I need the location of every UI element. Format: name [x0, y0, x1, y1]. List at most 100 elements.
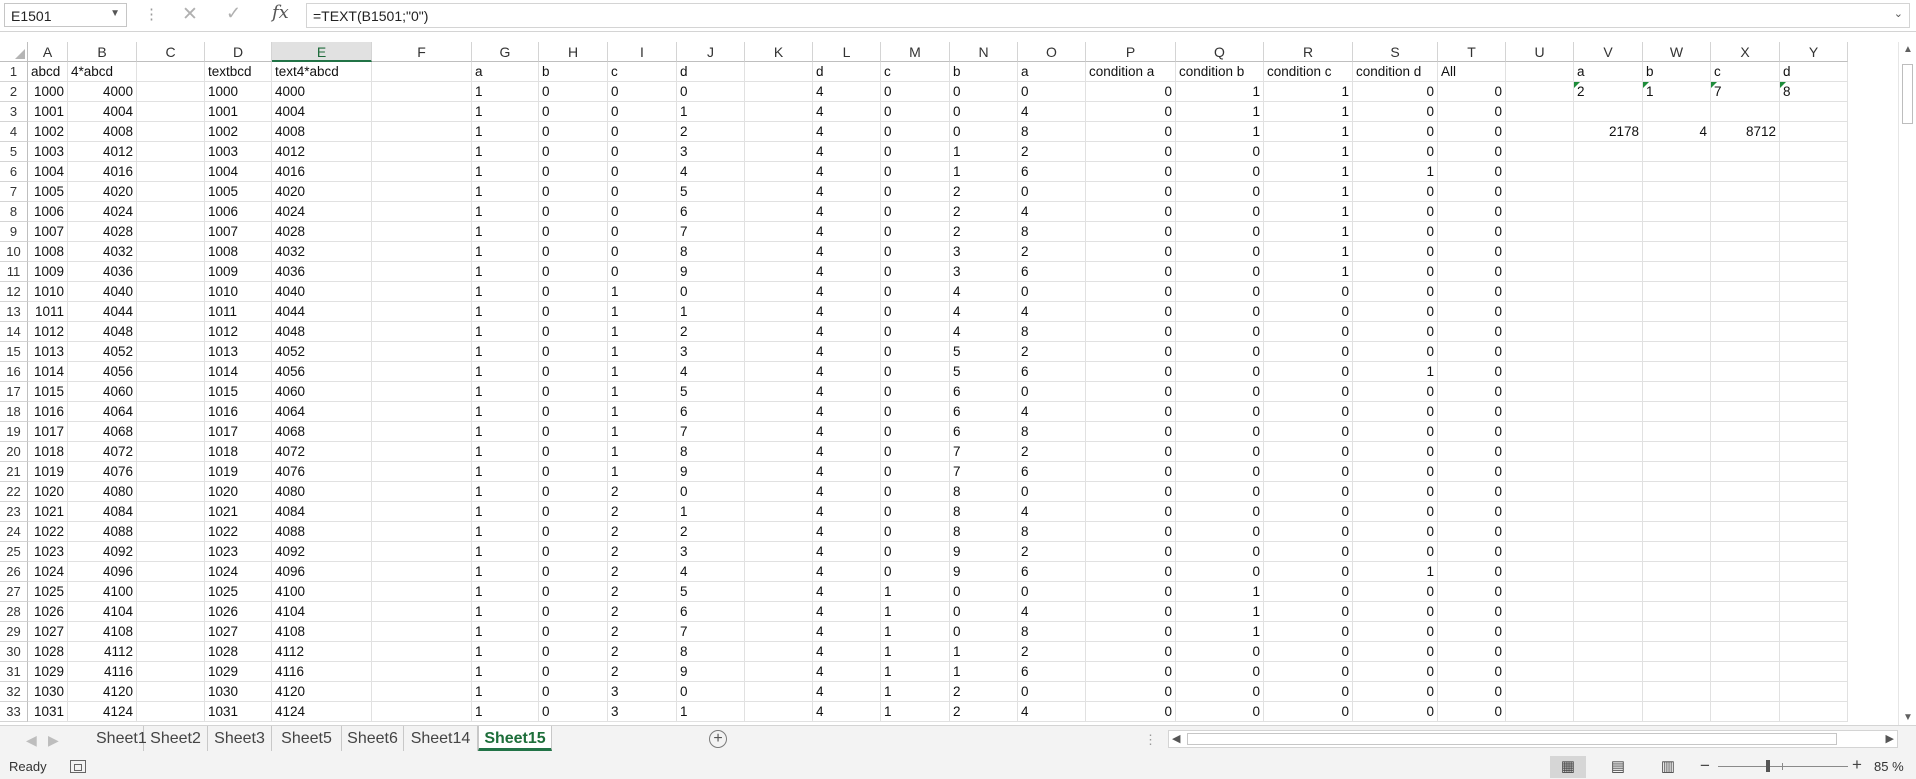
- cell-b32[interactable]: 4120: [68, 682, 137, 702]
- tab-scroll-left-icon[interactable]: ◀: [26, 732, 37, 749]
- zoom-out-button[interactable]: −: [1700, 756, 1710, 776]
- tab-sheet14[interactable]: Sheet14: [404, 726, 478, 751]
- row-header[interactable]: 14: [0, 322, 28, 342]
- cell-t24[interactable]: 0: [1438, 522, 1506, 542]
- cell-y4[interactable]: [1780, 122, 1848, 142]
- cell-x21[interactable]: [1711, 462, 1780, 482]
- cell-l4[interactable]: 4: [813, 122, 881, 142]
- cell-w1[interactable]: b: [1643, 62, 1711, 82]
- cell-k10[interactable]: [745, 242, 813, 262]
- cell-g28[interactable]: 1: [472, 602, 539, 622]
- cell-y33[interactable]: [1780, 702, 1848, 722]
- cell-s6[interactable]: 1: [1353, 162, 1438, 182]
- cell-l16[interactable]: 4: [813, 362, 881, 382]
- cell-r11[interactable]: 1: [1264, 262, 1353, 282]
- cell-d33[interactable]: 1031: [205, 702, 272, 722]
- cell-b14[interactable]: 4048: [68, 322, 137, 342]
- cell-r14[interactable]: 0: [1264, 322, 1353, 342]
- cell-i10[interactable]: 0: [608, 242, 677, 262]
- column-header-y[interactable]: Y: [1780, 42, 1848, 62]
- cell-t23[interactable]: 0: [1438, 502, 1506, 522]
- cell-h18[interactable]: 0: [539, 402, 608, 422]
- cell-j30[interactable]: 8: [677, 642, 745, 662]
- cell-q21[interactable]: 0: [1176, 462, 1264, 482]
- cell-n11[interactable]: 3: [950, 262, 1018, 282]
- cell-w14[interactable]: [1643, 322, 1711, 342]
- cell-s21[interactable]: 0: [1353, 462, 1438, 482]
- cell-l24[interactable]: 4: [813, 522, 881, 542]
- cell-r20[interactable]: 0: [1264, 442, 1353, 462]
- cell-w20[interactable]: [1643, 442, 1711, 462]
- cell-v25[interactable]: [1574, 542, 1643, 562]
- cell-c13[interactable]: [137, 302, 205, 322]
- cell-u2[interactable]: [1506, 82, 1574, 102]
- cell-r10[interactable]: 1: [1264, 242, 1353, 262]
- cell-t11[interactable]: 0: [1438, 262, 1506, 282]
- cell-p15[interactable]: 0: [1086, 342, 1176, 362]
- cell-g32[interactable]: 1: [472, 682, 539, 702]
- cell-o4[interactable]: 8: [1018, 122, 1086, 142]
- cell-a11[interactable]: 1009: [28, 262, 68, 282]
- cell-e23[interactable]: 4084: [272, 502, 372, 522]
- cell-u17[interactable]: [1506, 382, 1574, 402]
- cell-c26[interactable]: [137, 562, 205, 582]
- cell-u3[interactable]: [1506, 102, 1574, 122]
- cell-m13[interactable]: 0: [881, 302, 950, 322]
- cell-q12[interactable]: 0: [1176, 282, 1264, 302]
- cell-r26[interactable]: 0: [1264, 562, 1353, 582]
- cell-x3[interactable]: [1711, 102, 1780, 122]
- cell-y30[interactable]: [1780, 642, 1848, 662]
- cell-n10[interactable]: 3: [950, 242, 1018, 262]
- cell-a26[interactable]: 1024: [28, 562, 68, 582]
- cell-i5[interactable]: 0: [608, 142, 677, 162]
- cell-i31[interactable]: 2: [608, 662, 677, 682]
- cell-c22[interactable]: [137, 482, 205, 502]
- cell-s4[interactable]: 0: [1353, 122, 1438, 142]
- row-header[interactable]: 12: [0, 282, 28, 302]
- cell-q30[interactable]: 0: [1176, 642, 1264, 662]
- cell-e10[interactable]: 4032: [272, 242, 372, 262]
- cell-l31[interactable]: 4: [813, 662, 881, 682]
- cell-w12[interactable]: [1643, 282, 1711, 302]
- cell-p17[interactable]: 0: [1086, 382, 1176, 402]
- cell-p4[interactable]: 0: [1086, 122, 1176, 142]
- cell-x28[interactable]: [1711, 602, 1780, 622]
- cell-g18[interactable]: 1: [472, 402, 539, 422]
- cell-p3[interactable]: 0: [1086, 102, 1176, 122]
- zoom-slider[interactable]: [1718, 766, 1848, 767]
- cell-s14[interactable]: 0: [1353, 322, 1438, 342]
- cell-u23[interactable]: [1506, 502, 1574, 522]
- cell-d16[interactable]: 1014: [205, 362, 272, 382]
- cell-g31[interactable]: 1: [472, 662, 539, 682]
- cell-i26[interactable]: 2: [608, 562, 677, 582]
- cell-m28[interactable]: 1: [881, 602, 950, 622]
- cell-x20[interactable]: [1711, 442, 1780, 462]
- cell-d10[interactable]: 1008: [205, 242, 272, 262]
- cell-u1[interactable]: [1506, 62, 1574, 82]
- cell-q22[interactable]: 0: [1176, 482, 1264, 502]
- cell-u19[interactable]: [1506, 422, 1574, 442]
- cell-f11[interactable]: [372, 262, 472, 282]
- cell-s12[interactable]: 0: [1353, 282, 1438, 302]
- cell-p1[interactable]: condition a: [1086, 62, 1176, 82]
- cell-u33[interactable]: [1506, 702, 1574, 722]
- cell-m3[interactable]: 0: [881, 102, 950, 122]
- cell-t32[interactable]: 0: [1438, 682, 1506, 702]
- cell-m20[interactable]: 0: [881, 442, 950, 462]
- cell-f7[interactable]: [372, 182, 472, 202]
- cell-j33[interactable]: 1: [677, 702, 745, 722]
- cell-j27[interactable]: 5: [677, 582, 745, 602]
- cell-d12[interactable]: 1010: [205, 282, 272, 302]
- cell-u32[interactable]: [1506, 682, 1574, 702]
- cell-l7[interactable]: 4: [813, 182, 881, 202]
- tab-sheet3[interactable]: Sheet3: [208, 726, 272, 751]
- cell-j11[interactable]: 9: [677, 262, 745, 282]
- cell-w23[interactable]: [1643, 502, 1711, 522]
- cell-l10[interactable]: 4: [813, 242, 881, 262]
- cell-b27[interactable]: 4100: [68, 582, 137, 602]
- cell-t27[interactable]: 0: [1438, 582, 1506, 602]
- cell-n27[interactable]: 0: [950, 582, 1018, 602]
- cell-f9[interactable]: [372, 222, 472, 242]
- cell-f22[interactable]: [372, 482, 472, 502]
- cell-l2[interactable]: 4: [813, 82, 881, 102]
